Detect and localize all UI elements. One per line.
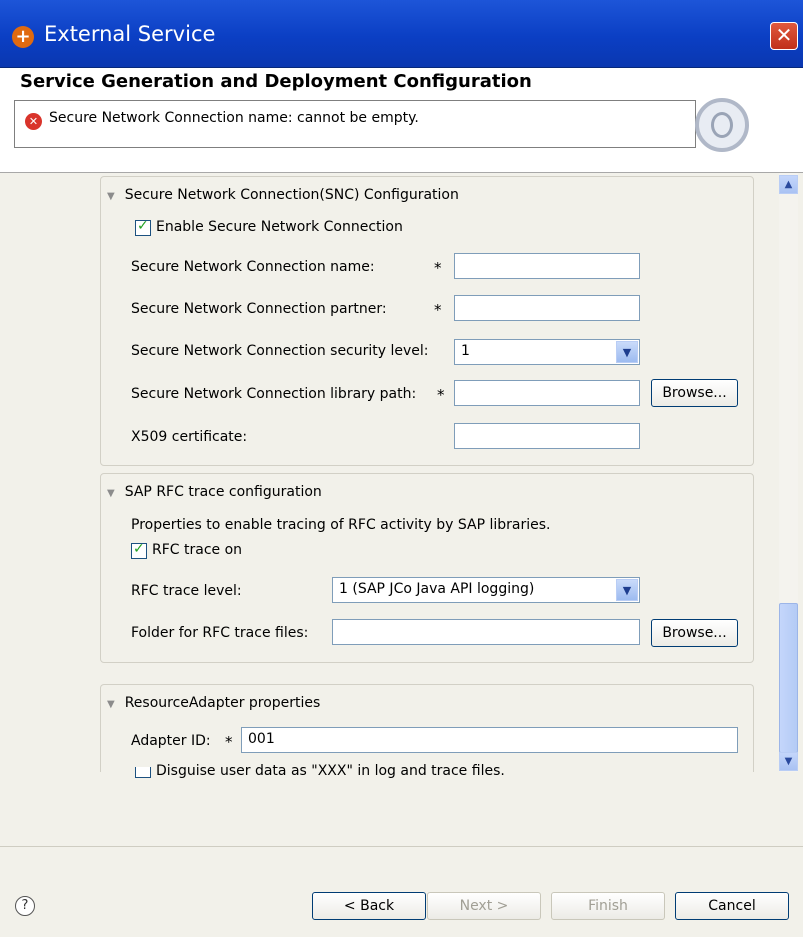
disguise-checkbox-lower[interactable]	[135, 767, 151, 778]
error-icon: ✕	[25, 113, 42, 130]
rfc-folder-field[interactable]	[332, 619, 640, 645]
error-message: Secure Network Connection name: cannot b…	[49, 110, 419, 126]
x509-label: X509 certificate:	[131, 429, 248, 445]
rfc-trace-checkbox[interactable]: ✓	[131, 541, 147, 559]
snc-heading: Secure Network Connection(SNC) Configura…	[124, 187, 459, 203]
snc-name-field[interactable]	[454, 253, 640, 279]
cancel-button[interactable]: Cancel	[675, 892, 789, 920]
window-title: External Service	[44, 22, 216, 46]
snc-level-value: 1	[461, 343, 470, 359]
app-icon: +	[12, 26, 34, 48]
rfc-browse-button[interactable]: Browse...	[651, 619, 738, 647]
snc-library-field[interactable]	[454, 380, 640, 406]
wizard-footer: Disguise user data as "XXX" in log and t…	[0, 763, 803, 937]
wizard-banner-icon	[695, 98, 749, 152]
rfc-description: Properties to enable tracing of RFC acti…	[131, 517, 551, 533]
chevron-down-icon[interactable]: ▼	[616, 579, 638, 601]
snc-partner-label: Secure Network Connection partner:	[131, 301, 387, 317]
finish-button[interactable]: Finish	[551, 892, 665, 920]
rfc-heading: SAP RFC trace configuration	[124, 484, 322, 500]
scroll-down-button[interactable]: ▼	[779, 752, 798, 771]
wizard-banner-icon-inner	[711, 112, 733, 138]
disguise-label[interactable]: Disguise user data as "XXX" in log and t…	[156, 763, 505, 779]
rfc-level-select[interactable]: 1 (SAP JCo Java API logging) ▼	[332, 577, 640, 603]
collapse-icon[interactable]: ▼	[107, 699, 115, 710]
rfc-folder-label: Folder for RFC trace files:	[131, 625, 309, 641]
snc-section-header[interactable]: ▼ Secure Network Connection(SNC) Configur…	[107, 187, 459, 203]
chevron-down-icon[interactable]: ▼	[616, 341, 638, 363]
collapse-icon[interactable]: ▼	[107, 191, 115, 202]
page-title: Service Generation and Deployment Config…	[20, 71, 532, 92]
rfc-level-label: RFC trace level:	[131, 583, 242, 599]
x509-field[interactable]	[454, 423, 640, 449]
check-icon: ✓	[137, 218, 149, 234]
snc-browse-button[interactable]: Browse...	[651, 379, 738, 407]
enable-snc-label[interactable]: Enable Secure Network Connection	[156, 219, 403, 235]
collapse-icon[interactable]: ▼	[107, 488, 115, 499]
vertical-scrollbar[interactable]: ▲ ▼	[779, 173, 798, 773]
scroll-thumb[interactable]	[779, 603, 798, 753]
help-icon[interactable]: ?	[15, 896, 35, 916]
adapter-heading: ResourceAdapter properties	[124, 695, 321, 711]
snc-name-label: Secure Network Connection name:	[131, 259, 375, 275]
message-area: ✕ Secure Network Connection name: cannot…	[14, 100, 696, 148]
required-marker: *	[225, 733, 233, 751]
rfc-trace-label[interactable]: RFC trace on	[152, 542, 242, 558]
content-area: ▼ Secure Network Connection(SNC) Configur…	[0, 172, 803, 773]
adapter-id-field[interactable]: 001	[241, 727, 738, 753]
snc-partner-field[interactable]	[454, 295, 640, 321]
close-button[interactable]: ✕	[770, 22, 798, 50]
rfc-section-header[interactable]: ▼ SAP RFC trace configuration	[107, 484, 322, 500]
required-marker: *	[434, 259, 442, 277]
adapter-id-label: Adapter ID:	[131, 733, 211, 749]
required-marker: *	[434, 301, 442, 319]
back-button[interactable]: < Back	[312, 892, 426, 920]
adapter-section-header[interactable]: ▼ ResourceAdapter properties	[107, 695, 320, 711]
snc-library-label: Secure Network Connection library path:	[131, 386, 417, 402]
rfc-level-value: 1 (SAP JCo Java API logging)	[339, 581, 535, 597]
check-icon: ✓	[133, 541, 145, 557]
snc-level-label: Secure Network Connection security level…	[131, 343, 429, 359]
enable-snc-checkbox[interactable]: ✓	[135, 218, 151, 236]
scroll-up-button[interactable]: ▲	[779, 175, 798, 194]
snc-level-select[interactable]: 1 ▼	[454, 339, 640, 365]
required-marker: *	[437, 386, 445, 404]
next-button[interactable]: Next >	[427, 892, 541, 920]
window-title-bar: + External Service ✕	[0, 0, 803, 68]
wizard-header: Service Generation and Deployment Config…	[0, 68, 803, 172]
footer-separator	[0, 846, 803, 847]
